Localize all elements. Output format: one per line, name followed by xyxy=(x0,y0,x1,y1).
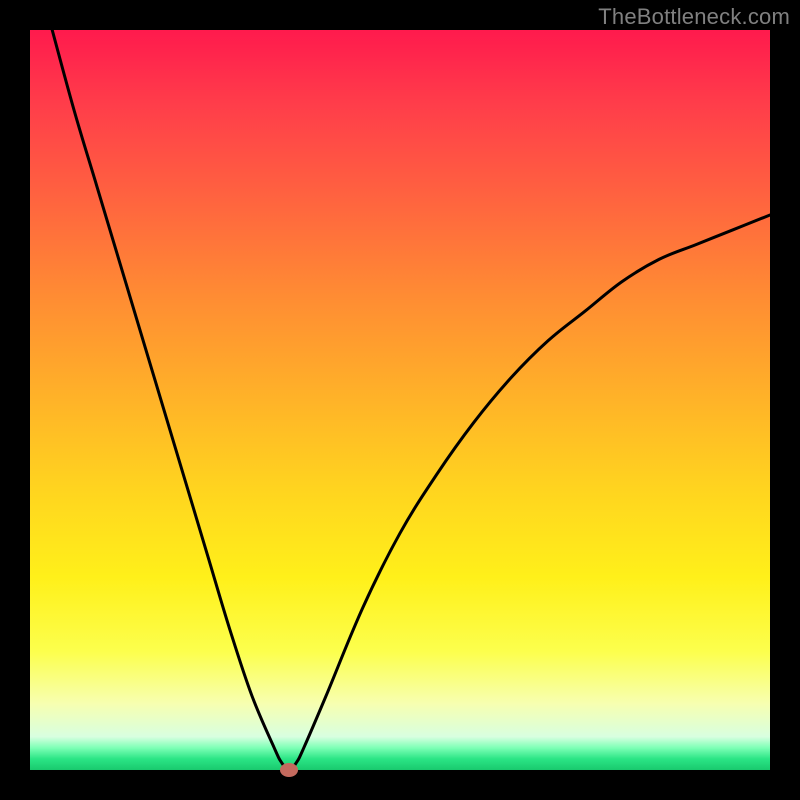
optimum-marker xyxy=(280,763,298,777)
chart-frame xyxy=(30,30,770,770)
bottleneck-curve xyxy=(30,30,770,770)
curve-path xyxy=(52,30,770,770)
watermark-text: TheBottleneck.com xyxy=(598,4,790,30)
